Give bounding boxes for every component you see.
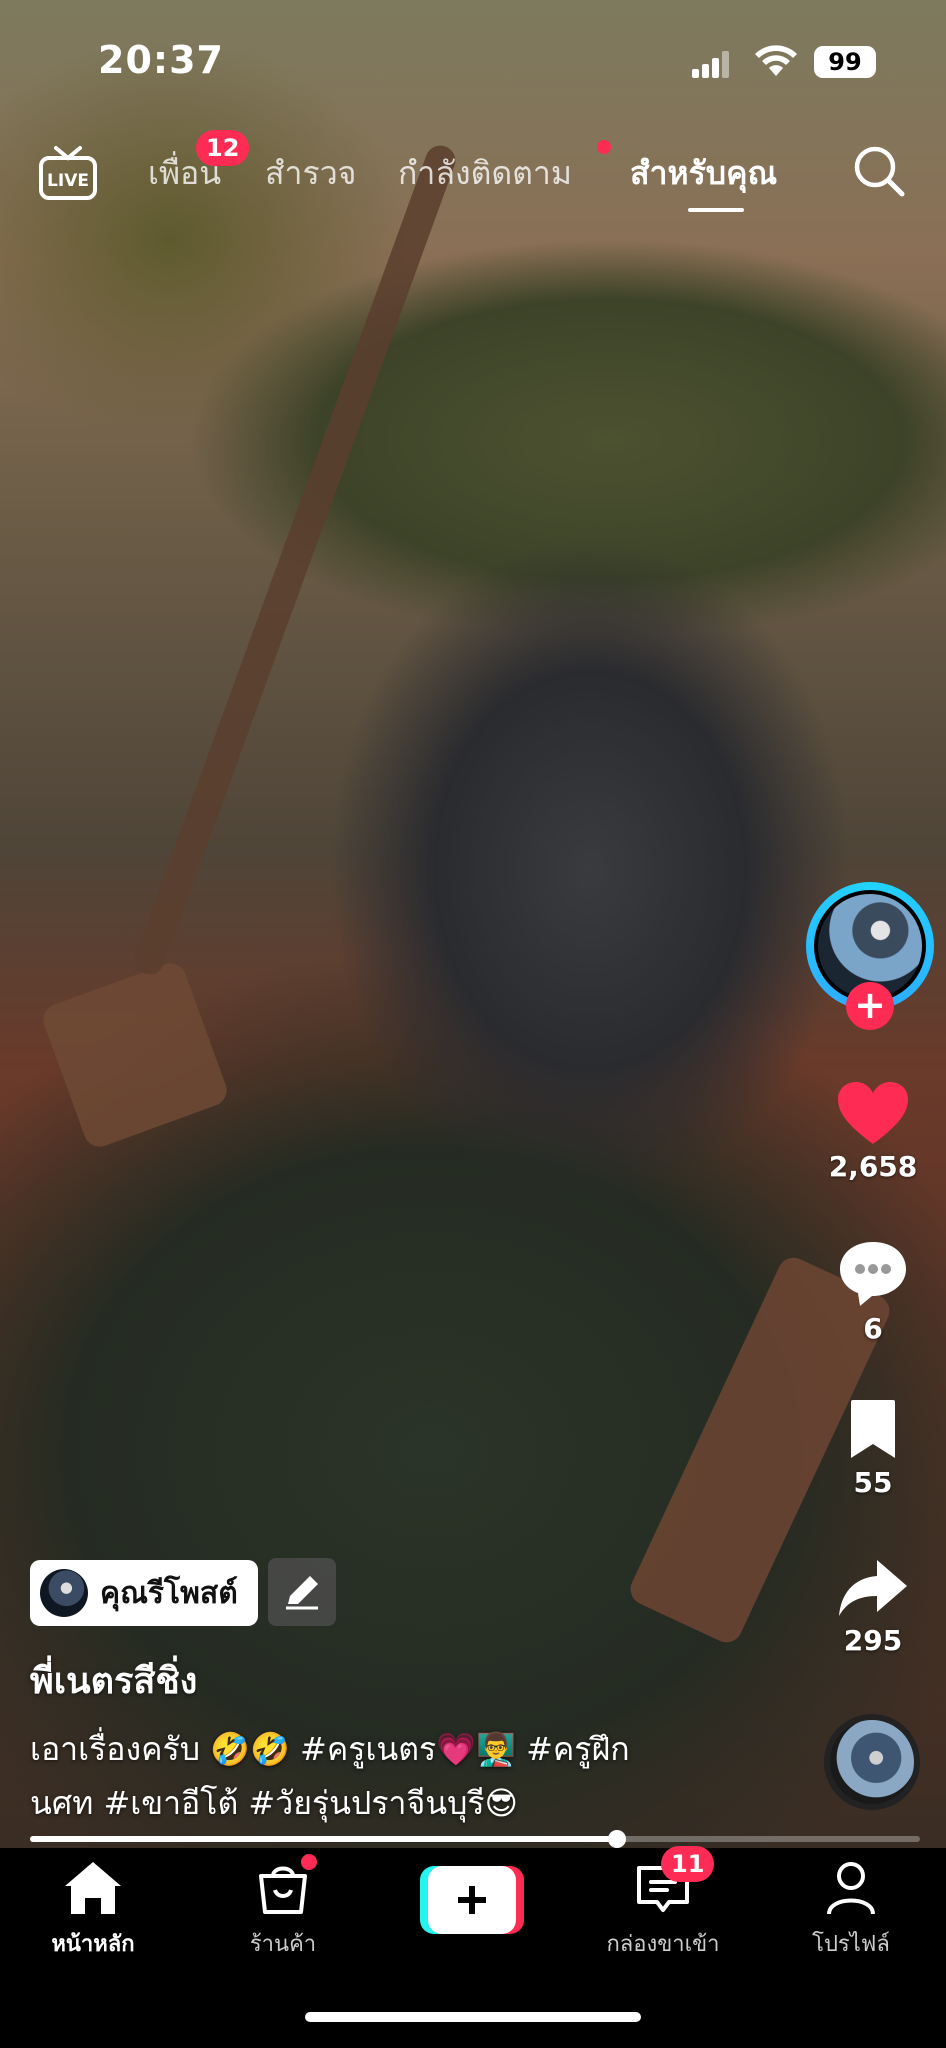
- caption-line-1: เอาเรื่องครับ 🤣🤣 #ครูเนตร💗👨‍🏫 #ครูฝึก: [30, 1730, 630, 1768]
- status-time: 20:37: [98, 38, 224, 82]
- progress-fill: [30, 1836, 618, 1842]
- tab-for-you[interactable]: สำหรับคุณ: [630, 148, 777, 199]
- video-progress-bar[interactable]: [30, 1830, 920, 1848]
- cellular-signal-icon: [692, 50, 732, 78]
- wifi-icon: [755, 45, 797, 76]
- tab-explore[interactable]: สำรวจ: [265, 148, 356, 199]
- username: คุณรีโพสต์: [100, 1575, 238, 1611]
- create-button[interactable]: [420, 1866, 524, 1934]
- comment-count: 6: [863, 1312, 883, 1345]
- nav-home[interactable]: หน้าหลัก: [8, 1856, 178, 1961]
- friends-badge: 12: [196, 130, 250, 166]
- caption-line-2: นศท #เขาอีโต้ #วัยรุ่นปราจีนบุรี😎: [30, 1784, 518, 1822]
- battery-indicator: 99: [814, 46, 876, 78]
- comment-icon: [840, 1242, 906, 1306]
- bookmark-icon: [851, 1400, 895, 1458]
- nav-shop-label: ร้านค้า: [249, 1932, 317, 1957]
- nav-shop[interactable]: ร้านค้า: [198, 1854, 368, 1961]
- video-title: พี่เนตรสีชิ่ง: [30, 1661, 198, 1702]
- profile-icon: [827, 1862, 875, 1915]
- nav-profile-label: โปรไฟล์: [812, 1932, 890, 1957]
- follow-button[interactable]: +: [846, 982, 894, 1030]
- comment-action[interactable]: 6: [800, 1238, 946, 1345]
- like-count: 2,658: [828, 1150, 918, 1183]
- save-count: 55: [853, 1466, 893, 1499]
- inbox-badge: 11: [661, 1846, 715, 1882]
- following-dot: [597, 140, 611, 154]
- live-icon[interactable]: LIVE: [38, 144, 98, 202]
- active-tab-indicator: [688, 208, 744, 212]
- plus-icon: [420, 1866, 524, 1934]
- tab-explore-label: สำรวจ: [265, 154, 357, 192]
- save-action[interactable]: 55: [800, 1398, 946, 1499]
- share-action[interactable]: 295: [800, 1556, 946, 1657]
- nav-inbox-label: กล่องขาเข้า: [606, 1932, 720, 1957]
- repost-user-chip[interactable]: คุณรีโพสต์: [30, 1560, 258, 1626]
- heart-icon: [838, 1082, 908, 1144]
- edit-button[interactable]: [268, 1558, 336, 1626]
- music-disc[interactable]: [824, 1714, 920, 1810]
- video-content: [38, 958, 232, 1152]
- share-icon: [839, 1560, 907, 1616]
- search-icon[interactable]: [850, 142, 908, 200]
- like-action[interactable]: 2,658: [800, 1080, 946, 1183]
- video-caption: เอาเรื่องครับ 🤣🤣 #ครูเนตร💗👨‍🏫 #ครูฝึก นศ…: [30, 1722, 810, 1830]
- tab-for-you-label: สำหรับคุณ: [630, 154, 778, 192]
- home-icon: [65, 1862, 121, 1914]
- top-navigation: LIVE เพื่อน 12 สำรวจ กำลังติดตาม สำหรับค…: [0, 130, 946, 212]
- nav-inbox[interactable]: 11 กล่องขาเข้า: [578, 1846, 748, 1961]
- user-avatar: [40, 1569, 88, 1617]
- nav-profile[interactable]: โปรไฟล์: [766, 1856, 936, 1961]
- share-count: 295: [843, 1624, 903, 1657]
- home-indicator: [305, 2012, 641, 2022]
- pencil-icon: [286, 1576, 318, 1610]
- tab-following-label: กำลังติดตาม: [398, 154, 572, 192]
- nav-home-label: หน้าหลัก: [51, 1932, 135, 1957]
- svg-text:LIVE: LIVE: [47, 171, 89, 191]
- tab-following[interactable]: กำลังติดตาม: [398, 148, 572, 199]
- bottom-navigation: หน้าหลัก ร้านค้า 11 กล่องขาเข้า โปรไฟล์: [0, 1846, 946, 2048]
- status-bar: 20:37 99: [0, 0, 946, 130]
- shop-dot: [301, 1854, 317, 1870]
- video-content: [130, 141, 460, 979]
